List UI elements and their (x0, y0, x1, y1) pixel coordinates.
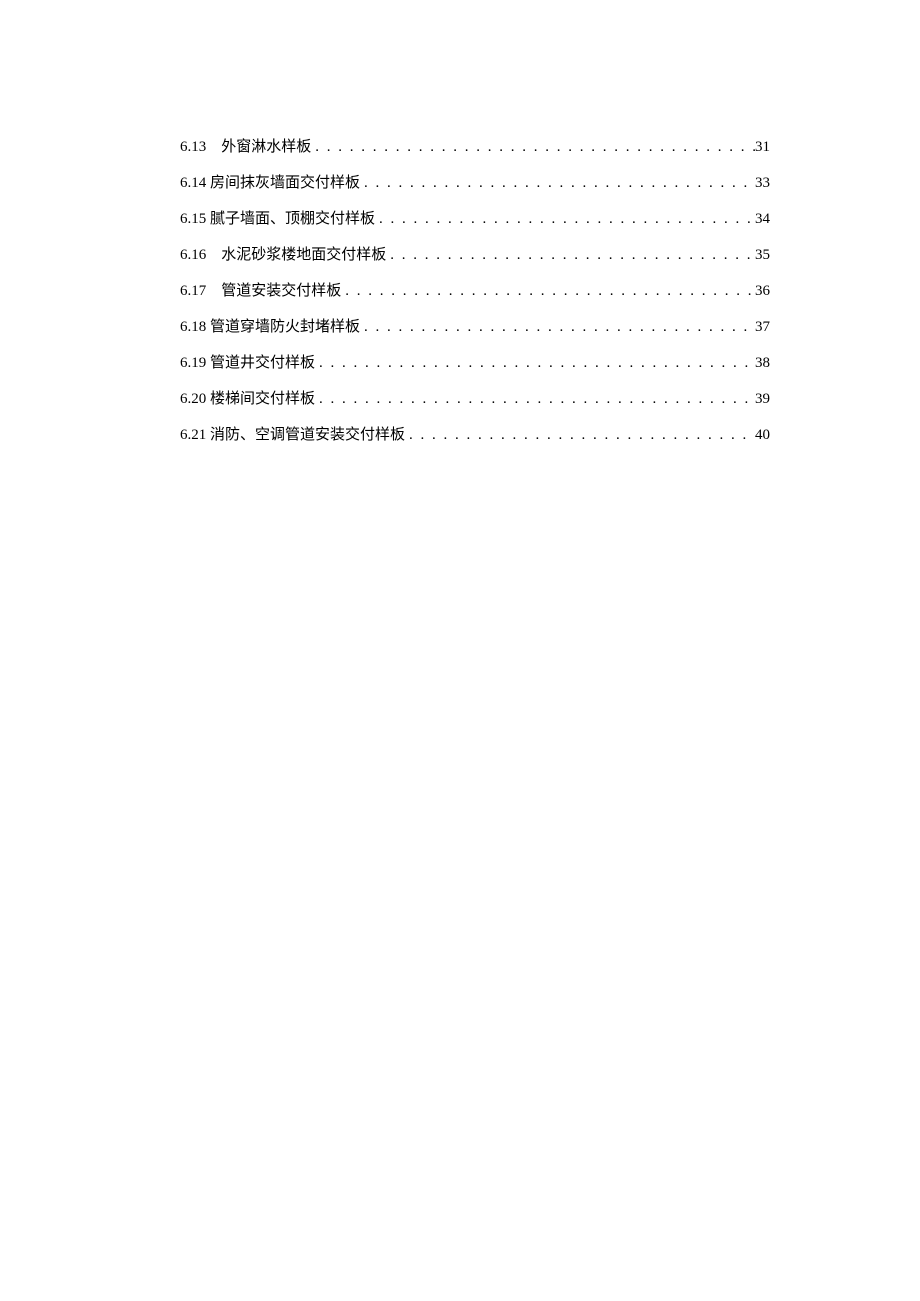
toc-entry-number: 6.19 (180, 355, 206, 372)
toc-entry-gap (206, 247, 221, 264)
toc-entry-leader-dots (315, 391, 755, 408)
toc-entry-number: 6.21 (180, 427, 206, 444)
toc-entry-number: 6.15 (180, 211, 206, 228)
toc-entry: 6.16 水泥砂浆楼地面交付样板 35 (180, 243, 770, 264)
toc-entry-number: 6.18 (180, 319, 206, 336)
toc-entry: 6.19 管道井交付样板 38 (180, 351, 770, 372)
toc-entry-number: 6.13 (180, 139, 206, 156)
toc-entry-page: 39 (755, 391, 770, 408)
toc-entry: 6.13 外窗淋水样板 31 (180, 135, 770, 156)
toc-entry-page: 34 (755, 211, 770, 228)
toc-entry-title: 外窗淋水样板 (221, 135, 311, 156)
toc-entry-title: 管道安装交付样板 (221, 279, 341, 300)
toc-entry-title: 水泥砂浆楼地面交付样板 (221, 243, 386, 264)
toc-entry-number: 6.20 (180, 391, 206, 408)
toc-entry-leader-dots (375, 211, 755, 228)
toc-entry-title: 消防、空调管道安装交付样板 (210, 423, 405, 444)
toc-entry: 6.21 消防、空调管道安装交付样板 40 (180, 423, 770, 444)
toc-entry-title: 腻子墙面、顶棚交付样板 (210, 207, 375, 228)
toc-entry-leader-dots (360, 175, 755, 192)
toc-entry-page: 38 (755, 355, 770, 372)
toc-entry-page: 35 (755, 247, 770, 264)
toc-entry-number: 6.17 (180, 283, 206, 300)
toc-entry-page: 36 (755, 283, 770, 300)
toc-entry-title: 楼梯间交付样板 (210, 387, 315, 408)
toc-entry-leader-dots (315, 355, 755, 372)
table-of-contents: 6.13 外窗淋水样板 31 6.14 房间抹灰墙面交付样板 33 6.15 腻子墙面、… (180, 135, 770, 444)
toc-entry-title: 房间抹灰墙面交付样板 (210, 171, 360, 192)
toc-entry-leader-dots (386, 247, 755, 264)
toc-entry: 6.14 房间抹灰墙面交付样板 33 (180, 171, 770, 192)
toc-entry: 6.17 管道安装交付样板 36 (180, 279, 770, 300)
toc-entry-gap (206, 139, 221, 156)
toc-entry-page: 33 (755, 175, 770, 192)
toc-entry-title: 管道穿墙防火封堵样板 (210, 315, 360, 336)
toc-entry-page: 31 (755, 139, 770, 156)
toc-entry-title: 管道井交付样板 (210, 351, 315, 372)
toc-entry-number: 6.14 (180, 175, 206, 192)
toc-entry-page: 37 (755, 319, 770, 336)
toc-entry: 6.18 管道穿墙防火封堵样板 37 (180, 315, 770, 336)
toc-entry: 6.20 楼梯间交付样板 39 (180, 387, 770, 408)
toc-entry-gap (206, 283, 221, 300)
toc-entry-number: 6.16 (180, 247, 206, 264)
toc-entry-page: 40 (755, 427, 770, 444)
toc-entry: 6.15 腻子墙面、顶棚交付样板 34 (180, 207, 770, 228)
toc-entry-leader-dots (341, 283, 755, 300)
toc-entry-leader-dots (360, 319, 755, 336)
toc-entry-leader-dots (405, 427, 755, 444)
toc-entry-leader-dots (311, 139, 755, 156)
